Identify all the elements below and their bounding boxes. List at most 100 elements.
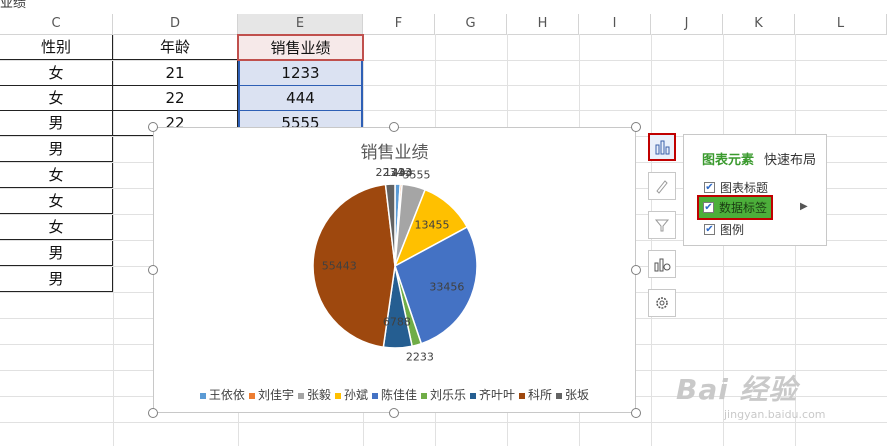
gear-icon — [656, 297, 668, 309]
cell-gender[interactable]: 女 — [0, 215, 113, 240]
legend-swatch — [199, 392, 206, 399]
cell-gender[interactable]: 男 — [0, 241, 113, 266]
legend-swatch — [297, 392, 304, 399]
data-label[interactable]: 55443 — [322, 259, 357, 272]
cell-sales[interactable]: 444 — [238, 86, 363, 111]
resize-handle-top[interactable] — [389, 122, 399, 132]
chart-filter-button[interactable] — [648, 211, 676, 239]
submenu-arrow-icon[interactable]: ▶ — [800, 201, 808, 212]
checkbox-checked-icon[interactable]: ✔ — [703, 202, 714, 213]
legend-entry[interactable]: 科所 — [519, 386, 552, 403]
legend-label: 科所 — [528, 388, 553, 402]
resize-handle-right[interactable] — [631, 265, 641, 275]
chart-elements-panel: 图表元素 快速布局 ✔ 图表标题 ✔ 数据标签 ▶ ✔ 图例 — [683, 134, 827, 246]
legend-swatch — [421, 392, 427, 399]
legend-swatch — [519, 392, 526, 399]
brush-icon — [656, 180, 668, 194]
tab-quick-layout[interactable]: 快速布局 — [764, 149, 816, 168]
data-label[interactable]: 6788 — [383, 316, 411, 329]
cell-gender[interactable]: 女 — [0, 61, 113, 86]
tab-chart-elements[interactable]: 图表元素 — [702, 149, 754, 168]
column-header[interactable]: J — [651, 14, 723, 34]
chart-settings-button[interactable] — [648, 289, 676, 317]
legend-label: 王依依 — [208, 388, 245, 402]
legend-entry[interactable]: 刘乐乐 — [421, 386, 466, 403]
legend-swatch — [556, 392, 563, 399]
data-label[interactable]: 13455 — [415, 218, 450, 231]
checkbox-checked-icon[interactable]: ✔ — [704, 224, 715, 235]
resize-handle-top-right[interactable] — [631, 122, 641, 132]
column-header[interactable]: H — [507, 14, 579, 34]
legend-label: 张毅 — [306, 388, 331, 402]
cell-sales[interactable]: 1233 — [238, 61, 363, 86]
data-label[interactable]: 33456 — [429, 280, 464, 293]
cell-sales-header[interactable]: 销售业绩 — [237, 34, 364, 61]
column-header[interactable]: I — [579, 14, 651, 34]
chart-type-icon — [654, 258, 671, 272]
cell-gender[interactable]: 男 — [0, 111, 113, 136]
column-header-selected[interactable]: E — [238, 14, 363, 34]
option-label: 图例 — [720, 223, 745, 237]
chart-type-button[interactable] — [648, 250, 676, 278]
column-header-row: C D E F G H I J K L — [0, 14, 887, 35]
cell-age-header[interactable]: 年龄 — [113, 35, 238, 60]
cell-age[interactable]: 21 — [113, 61, 238, 86]
option-label: 图表标题 — [720, 181, 769, 195]
column-header[interactable]: G — [435, 14, 507, 34]
option-label: 数据标签 — [719, 201, 768, 215]
legend-swatch — [334, 392, 341, 399]
data-label[interactable]: 2234 — [376, 166, 404, 179]
checkbox-checked-icon[interactable]: ✔ — [704, 182, 715, 193]
resize-handle-bottom-right[interactable] — [631, 408, 641, 418]
watermark-url: jingyan.baidu.com — [724, 408, 826, 421]
chart-legend[interactable]: 王依依 刘佳宇 张毅 孙斌 陈佳佳 刘乐乐 齐叶叶 科所 张坂 — [154, 386, 635, 403]
legend-swatch — [371, 392, 378, 399]
watermark-logo: Bai 经验 — [676, 373, 798, 406]
legend-swatch — [470, 392, 477, 399]
cell-gender[interactable]: 女 — [0, 189, 113, 214]
legend-entry[interactable]: 孙斌 — [334, 386, 368, 403]
cell-gender[interactable]: 男 — [0, 137, 113, 162]
resize-handle-left[interactable] — [148, 265, 158, 275]
cell-age[interactable]: 22 — [113, 86, 238, 111]
resize-handle-bottom[interactable] — [389, 408, 399, 418]
column-header[interactable]: F — [363, 14, 435, 34]
column-header[interactable]: C — [0, 14, 113, 34]
data-label[interactable]: 2233 — [406, 351, 434, 364]
resize-handle-top-left[interactable] — [148, 122, 158, 132]
legend-entry[interactable]: 张毅 — [297, 386, 331, 403]
top-cut-text: 业绩 — [0, 0, 27, 11]
legend-entry[interactable]: 陈佳佳 — [371, 386, 417, 403]
column-header[interactable]: K — [723, 14, 795, 34]
legend-label: 陈佳佳 — [380, 388, 417, 402]
legend-label: 刘乐乐 — [430, 388, 467, 402]
cell-gender[interactable]: 女 — [0, 163, 113, 188]
option-chart-title[interactable]: ✔ 图表标题 — [704, 179, 768, 196]
resize-handle-bottom-left[interactable] — [148, 408, 158, 418]
pie-chart[interactable]: 销售业绩 1233 444 5555 13455 33456 2233 6788 55443 2… — [153, 127, 636, 413]
legend-label: 刘佳宇 — [257, 388, 294, 402]
filter-icon — [654, 219, 670, 232]
cell-gender[interactable]: 女 — [0, 86, 113, 111]
legend-label: 齐叶叶 — [479, 388, 516, 402]
legend-entry[interactable]: 刘佳宇 — [248, 386, 294, 403]
column-header[interactable]: L — [795, 14, 887, 34]
legend-label: 孙斌 — [343, 388, 368, 402]
option-data-labels[interactable]: ✔ 数据标签 — [696, 195, 774, 220]
bar-chart-icon — [655, 140, 670, 155]
legend-entry[interactable]: 齐叶叶 — [470, 386, 515, 403]
legend-swatch — [248, 392, 255, 399]
data-label[interactable]: 5555 — [403, 169, 431, 182]
cell-gender-header[interactable]: 性别 — [0, 35, 113, 60]
pie-chart-svg: 12334445555134553345622336788554432234 — [312, 166, 478, 364]
legend-entry[interactable]: 王依依 — [199, 386, 245, 403]
column-header[interactable]: D — [113, 14, 238, 34]
chart-style-button[interactable] — [648, 172, 676, 200]
chart-elements-button[interactable] — [648, 133, 676, 161]
legend-label: 张坂 — [565, 388, 590, 402]
cell-gender[interactable]: 男 — [0, 267, 113, 292]
option-legend[interactable]: ✔ 图例 — [704, 221, 744, 238]
gridline-vertical — [651, 34, 652, 446]
legend-entry[interactable]: 张坂 — [556, 386, 589, 403]
gridline-horizontal — [0, 422, 887, 423]
